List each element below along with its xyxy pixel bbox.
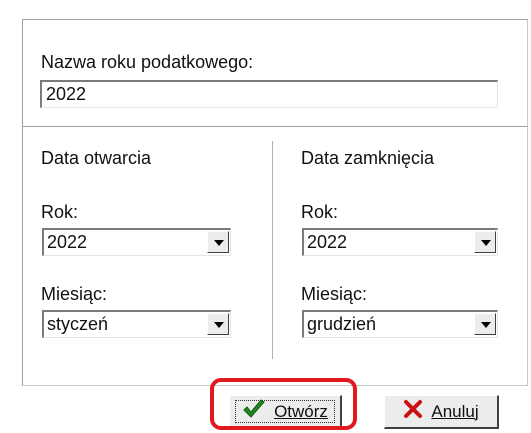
cross-icon (403, 399, 423, 424)
opening-month-label: Miesiąc: (41, 284, 108, 304)
cancel-button[interactable]: Anuluj (384, 395, 499, 429)
opening-year-dropdown-arrow-icon[interactable] (207, 231, 229, 253)
closing-month-value: grudzień (307, 314, 377, 334)
closing-month-label: Miesiąc: (301, 284, 368, 304)
closing-year-label: Rok: (301, 202, 339, 222)
opening-date-title: Data otwarcia (41, 148, 152, 168)
tax-year-dialog: Nazwa roku podatkowego: 2022 Data otwarc… (0, 0, 531, 433)
closing-month-select[interactable]: grudzień (302, 310, 498, 338)
opening-year-select[interactable]: 2022 (42, 228, 231, 256)
opening-month-value: styczeń (47, 314, 109, 334)
opening-month-select[interactable]: styczeń (42, 310, 231, 338)
tax-year-name-input[interactable]: 2022 (40, 80, 498, 108)
highlight-annotation (210, 378, 357, 430)
closing-date-title: Data zamknięcia (301, 148, 435, 168)
dates-separator (272, 141, 274, 359)
cancel-button-label: Anuluj (431, 401, 479, 421)
opening-month-dropdown-arrow-icon[interactable] (207, 313, 229, 335)
closing-month-dropdown-arrow-icon[interactable] (474, 313, 496, 335)
opening-year-label: Rok: (41, 202, 79, 222)
tax-year-name-group (22, 19, 528, 127)
closing-year-select[interactable]: 2022 (302, 228, 498, 256)
closing-year-value: 2022 (307, 232, 348, 252)
opening-year-value: 2022 (47, 232, 88, 252)
closing-year-dropdown-arrow-icon[interactable] (474, 231, 496, 253)
tax-year-name-label: Nazwa roku podatkowego: (41, 52, 254, 72)
